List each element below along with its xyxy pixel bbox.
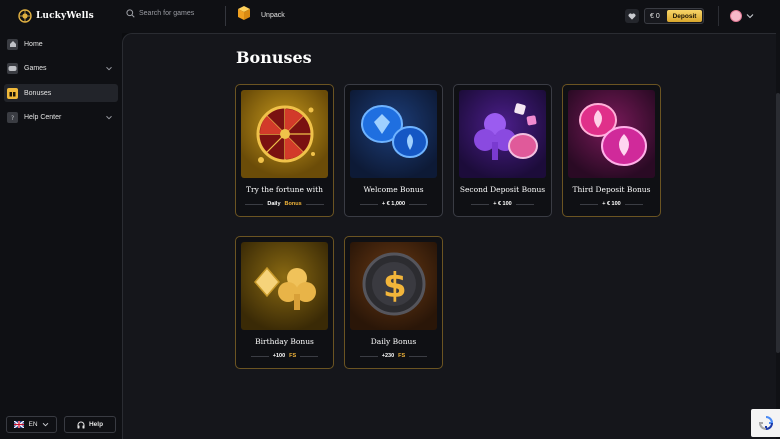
card-subtitle: + € 100 <box>454 201 551 207</box>
card-title: Third Deposit Bonus <box>572 185 651 194</box>
help-button[interactable]: Help <box>64 416 116 433</box>
chevron-down-icon <box>106 115 112 119</box>
card-title: Birthday Bonus <box>255 337 314 346</box>
card-sub-accent: FS <box>398 353 406 359</box>
brand-logo[interactable]: LuckyWells <box>18 9 94 23</box>
app-root: LuckyWells Search for games Unpack € 0 D… <box>0 0 780 439</box>
sidebar-item-label: Bonuses <box>24 89 52 97</box>
bonus-card-welcome[interactable]: Welcome Bonus + € 1,000 <box>344 84 443 217</box>
fortune-wheel-icon <box>241 90 328 178</box>
card-sub-prefix: +230 <box>381 353 395 359</box>
language-label: EN <box>28 421 38 428</box>
profile-menu[interactable] <box>730 10 754 22</box>
search-bar[interactable]: Search for games <box>126 9 194 18</box>
svg-text:$: $ <box>383 266 407 306</box>
wallet-balance: € 0 <box>650 12 660 20</box>
divider <box>305 203 324 205</box>
sidebar-item-help-center[interactable]: ? Help Center <box>4 108 118 126</box>
bonus-card-fortune[interactable]: Try the fortune with Daily Bonus <box>235 84 334 217</box>
main-content: Bonuses Try the fortune with Daily Bonus… <box>122 33 780 439</box>
sidebar: Home Games Bonuses ? Help Center EN Help <box>0 33 122 439</box>
bonus-card-birthday[interactable]: Birthday Bonus +100 FS <box>235 236 334 369</box>
search-icon <box>126 9 135 18</box>
games-icon <box>7 62 18 74</box>
divider <box>580 203 599 205</box>
language-selector[interactable]: EN <box>6 416 57 433</box>
avatar <box>730 10 742 22</box>
divider <box>471 203 490 205</box>
uk-flag-icon <box>14 421 25 428</box>
card-subtitle: + € 1,000 <box>345 201 442 207</box>
heart-icon <box>628 12 636 20</box>
divider <box>515 203 534 205</box>
card-sub-prefix: +100 <box>272 353 286 359</box>
blue-chips-icon <box>350 90 437 178</box>
scrollbar[interactable] <box>776 33 780 439</box>
chevron-down-icon <box>106 66 112 70</box>
header-divider-right <box>718 6 719 26</box>
favorites-button[interactable] <box>625 9 639 23</box>
card-title: Second Deposit Bonus <box>459 185 546 194</box>
bonus-card-second-deposit[interactable]: Second Deposit Bonus + € 100 <box>453 84 552 217</box>
card-subtitle: +100 FS <box>236 353 333 359</box>
chevron-down-icon <box>42 422 48 427</box>
card-subtitle: + € 100 <box>563 201 660 207</box>
header-divider <box>225 6 226 26</box>
card-title: Daily Bonus <box>370 337 417 346</box>
svg-text:?: ? <box>11 115 14 121</box>
divider <box>624 203 643 205</box>
divider <box>409 355 428 357</box>
card-sub-prefix: + € 100 <box>602 201 621 207</box>
gold-suits-icon <box>241 242 328 330</box>
sidebar-item-games[interactable]: Games <box>4 59 118 77</box>
gift-icon <box>7 87 18 99</box>
brand-name: LuckyWells <box>36 11 94 21</box>
card-title: Welcome Bonus <box>363 185 424 194</box>
chevron-down-icon <box>746 14 754 19</box>
deposit-button[interactable]: Deposit <box>667 10 702 22</box>
sidebar-item-label: Games <box>24 64 47 72</box>
card-sub-accent: FS <box>289 353 297 359</box>
sidebar-item-bonuses[interactable]: Bonuses <box>4 84 118 102</box>
unpack-button[interactable]: Unpack <box>237 5 285 21</box>
divider <box>409 203 428 205</box>
recaptcha-icon <box>758 416 773 431</box>
card-sub-prefix: + € 100 <box>493 201 512 207</box>
divider <box>245 203 264 205</box>
help-icon: ? <box>7 111 18 123</box>
card-sub-prefix: Daily <box>267 201 281 207</box>
recaptcha-badge[interactable] <box>751 409 780 437</box>
purple-club-icon <box>459 90 546 178</box>
card-subtitle: +230 FS <box>345 353 442 359</box>
home-icon <box>7 38 18 50</box>
card-title: Try the fortune with <box>246 185 323 194</box>
pink-chips-icon <box>568 90 655 178</box>
divider <box>250 355 269 357</box>
unpack-label: Unpack <box>261 11 285 19</box>
sidebar-item-label: Home <box>24 40 43 48</box>
dollar-coin-icon: $ <box>350 242 437 330</box>
card-sub-prefix: + € 1,000 <box>381 201 406 207</box>
bonus-card-third-deposit[interactable]: Third Deposit Bonus + € 100 <box>562 84 661 217</box>
divider <box>359 203 378 205</box>
wallet: € 0 Deposit <box>644 8 704 24</box>
bonus-card-daily[interactable]: $ Daily Bonus +230 FS <box>344 236 443 369</box>
divider <box>300 355 319 357</box>
divider <box>359 355 378 357</box>
logo-icon <box>18 9 32 23</box>
help-label: Help <box>88 421 104 428</box>
search-input[interactable]: Search for games <box>139 10 194 17</box>
card-subtitle: Daily Bonus <box>236 201 333 207</box>
headset-icon <box>77 421 85 428</box>
page-title: Bonuses <box>236 48 312 67</box>
sidebar-item-home[interactable]: Home <box>4 35 118 53</box>
card-sub-accent: Bonus <box>284 201 302 207</box>
gift-box-icon <box>238 6 250 20</box>
sidebar-item-label: Help Center <box>24 113 62 121</box>
scrollbar-thumb[interactable] <box>776 93 780 353</box>
top-header: LuckyWells Search for games Unpack € 0 D… <box>0 0 780 33</box>
